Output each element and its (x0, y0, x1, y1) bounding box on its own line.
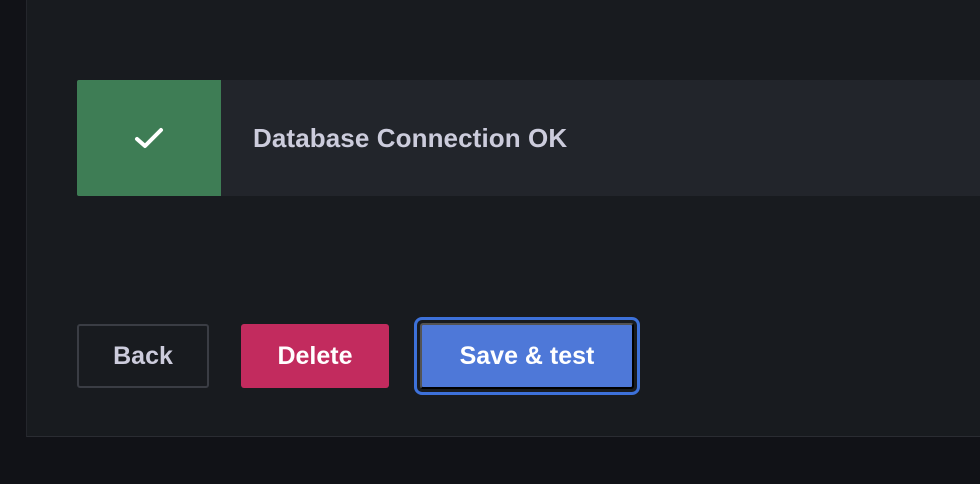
save-test-focus-ring: Save & test (414, 317, 640, 395)
page: Database Connection OK Back Delete Save … (0, 0, 980, 484)
connection-status-alert: Database Connection OK (77, 80, 980, 196)
back-button[interactable]: Back (77, 324, 209, 388)
alert-title: Database Connection OK (253, 122, 568, 153)
alert-icon-box (77, 80, 221, 196)
delete-button[interactable]: Delete (241, 324, 389, 388)
check-icon (135, 128, 163, 148)
save-test-button[interactable]: Save & test (420, 323, 634, 389)
datasource-settings-panel: Database Connection OK Back Delete Save … (26, 0, 980, 437)
